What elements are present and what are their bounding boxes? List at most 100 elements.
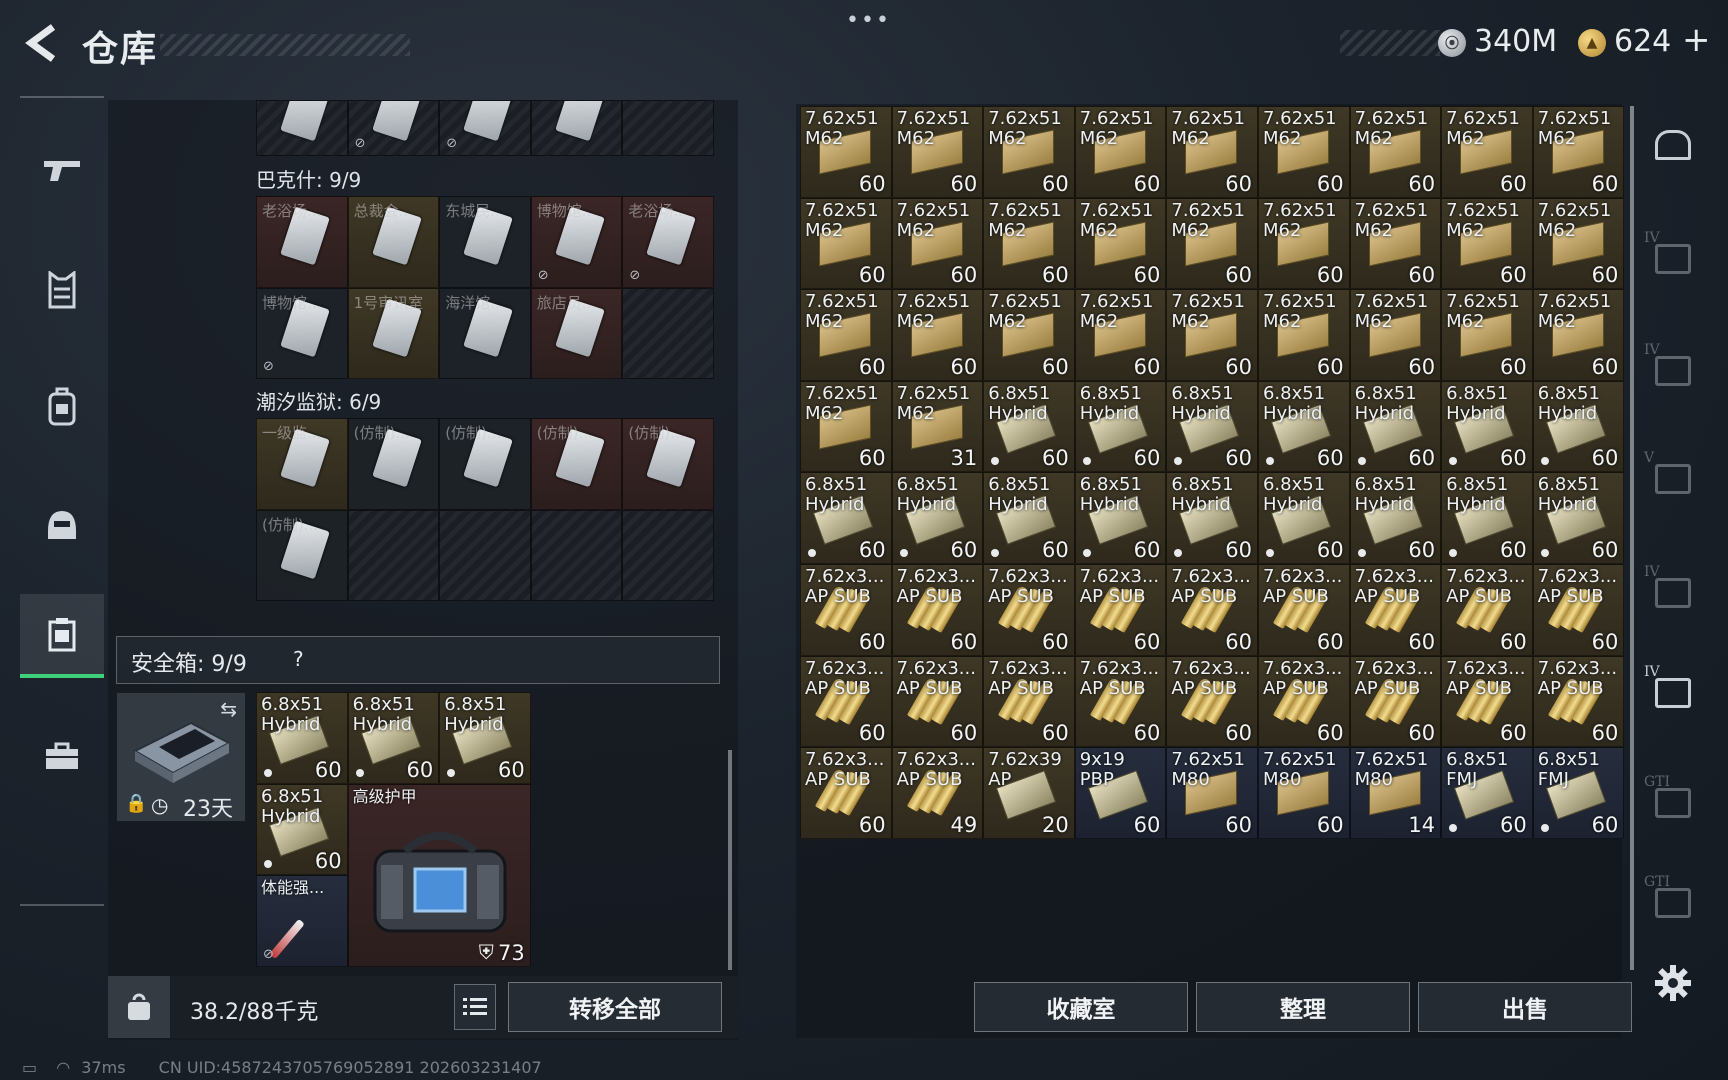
ammo-item[interactable]: 7.62x3... AP SUB 60 — [1074, 563, 1167, 656]
ammo-item[interactable]: 6.8x51 Hybrid 60 — [256, 692, 348, 784]
ammo-item[interactable]: 7.62x3... AP SUB 60 — [1441, 563, 1533, 656]
ammo-item[interactable]: 7.62x51 M62 60 — [1074, 106, 1167, 198]
keycard-slot[interactable]: 1号审讯室 — [347, 287, 440, 380]
empty-slot[interactable] — [622, 509, 714, 602]
add-currency-button[interactable]: + — [1682, 20, 1711, 60]
collection-room-button[interactable]: 收藏室 — [974, 982, 1188, 1032]
ammo-item[interactable]: 7.62x51 M62 60 — [1349, 106, 1442, 198]
nav-weapon[interactable] — [20, 128, 104, 212]
keycard-slot[interactable]: (仿制)... — [622, 418, 714, 510]
ammo-item[interactable]: 7.62x3... AP SUB 60 — [1166, 563, 1258, 656]
keycard-slot[interactable]: 东城民... — [439, 196, 531, 288]
empty-slot[interactable] — [622, 100, 714, 156]
sell-button[interactable]: 出售 — [1418, 982, 1632, 1032]
ammo-item[interactable]: 7.62x3... AP SUB 60 — [1074, 655, 1167, 748]
ammo-item[interactable]: 6.8x51 Hybrid 60 — [1166, 380, 1258, 473]
right-nav-item[interactable]: GTI — [1640, 870, 1706, 936]
ammo-item[interactable]: 7.62x51 M62 60 — [1532, 289, 1625, 381]
more-menu-button[interactable]: ••• — [846, 8, 891, 33]
ammo-item[interactable]: 7.62x39 AP 20 — [983, 747, 1075, 839]
ammo-item[interactable]: 6.8x51 Hybrid 60 — [1074, 380, 1167, 473]
ammo-item[interactable]: 7.62x3... AP SUB 60 — [800, 655, 892, 748]
ammo-item[interactable]: 6.8x51 Hybrid 60 — [439, 692, 531, 784]
help-icon[interactable]: ? — [293, 647, 304, 671]
ammo-item[interactable]: 7.62x51 M62 60 — [1074, 197, 1167, 290]
ammo-item[interactable]: 7.62x3... AP SUB 60 — [800, 563, 892, 656]
keycard-slot[interactable]: 老浴场... — [256, 196, 348, 288]
nav-container[interactable] — [20, 594, 104, 678]
ammo-item[interactable]: 6.8x51 Hybrid 60 — [1257, 380, 1350, 473]
keycard-slot[interactable]: 海洋馆... — [439, 287, 531, 380]
ammo-item[interactable]: 7.62x3... AP SUB 60 — [1349, 655, 1442, 748]
ammo-item[interactable]: 7.62x51 M62 60 — [983, 197, 1075, 290]
ammo-item[interactable]: 6.8x51 Hybrid 60 — [800, 472, 892, 564]
ammo-item[interactable]: 7.62x51 M62 60 — [800, 289, 892, 381]
keycard-slot[interactable]: (仿制)... — [347, 418, 440, 510]
ammo-item[interactable]: 6.8x51 Hybrid 60 — [983, 380, 1075, 473]
ammo-item[interactable]: 7.62x51 M62 60 — [1532, 106, 1625, 198]
ammo-item[interactable]: 7.62x51 M62 60 — [891, 197, 984, 290]
keycard-slot[interactable]: 总裁会... — [347, 196, 440, 288]
ammo-item[interactable]: 7.62x3... AP SUB 60 — [983, 655, 1075, 748]
ammo-item[interactable]: 6.8x51 FMJ 60 — [1532, 747, 1625, 839]
ammo-item[interactable]: 9x19 PBP 60 — [1074, 747, 1167, 839]
ammo-item[interactable]: 7.62x51 M62 60 — [1257, 106, 1350, 198]
ammo-item[interactable]: 7.62x3... AP SUB 60 — [800, 747, 892, 839]
ammo-item[interactable]: 6.8x51 Hybrid 60 — [1349, 380, 1442, 473]
transfer-all-button[interactable]: 转移全部 — [508, 982, 722, 1032]
ammo-item[interactable]: 7.62x51 M62 60 — [1441, 106, 1533, 198]
ammo-item[interactable]: 7.62x51 M62 60 — [891, 106, 984, 198]
keycard-slot[interactable] — [530, 100, 623, 156]
keycard-slot[interactable]: ⊘ — [439, 100, 531, 156]
ammo-item[interactable]: 6.8x51 FMJ 60 — [1441, 747, 1533, 839]
ammo-item[interactable]: 7.62x51 M62 60 — [1257, 289, 1350, 381]
ammo-item[interactable]: 7.62x3... AP SUB 60 — [983, 563, 1075, 656]
ammo-item[interactable]: 7.62x3... AP SUB 60 — [1166, 655, 1258, 748]
ammo-item[interactable]: 7.62x51 M62 60 — [983, 289, 1075, 381]
ammo-item[interactable]: 6.8x51 Hybrid 60 — [1532, 472, 1625, 564]
safe-box-container[interactable]: ⇆ 🔒 ◷ 23天 — [116, 692, 246, 822]
ammo-item[interactable]: 7.62x51 M62 60 — [983, 106, 1075, 198]
ammo-item[interactable]: 6.8x51 Hybrid 60 — [1441, 380, 1533, 473]
ammo-item[interactable]: 7.62x3... AP SUB 60 — [891, 655, 984, 748]
nav-helmet[interactable] — [20, 482, 104, 566]
ammo-item[interactable]: 6.8x51 Hybrid 60 — [1257, 472, 1350, 564]
ammo-item[interactable]: 7.62x3... AP SUB 49 — [891, 747, 984, 839]
right-nav-item[interactable]: GTI — [1640, 770, 1706, 836]
ammo-item[interactable]: 6.8x51 Hybrid 60 — [347, 692, 440, 784]
keycard-slot[interactable]: (仿制)... — [439, 418, 531, 510]
stash-scrollbar[interactable] — [1630, 106, 1634, 970]
keycard-slot[interactable]: 旅店员... — [530, 287, 623, 380]
right-nav-item[interactable]: IV — [1640, 338, 1706, 404]
ammo-item[interactable]: 7.62x51 M62 60 — [800, 106, 892, 198]
ammo-item[interactable]: 7.62x51 M62 60 — [1166, 289, 1258, 381]
ammo-item[interactable]: 7.62x51 M80 60 — [1166, 747, 1258, 839]
keycard-slot[interactable]: ⊘ — [347, 100, 440, 156]
right-nav-item[interactable]: V — [1640, 446, 1706, 512]
empty-slot[interactable] — [439, 509, 531, 602]
nav-briefcase[interactable] — [20, 714, 104, 798]
swap-icon[interactable]: ⇆ — [220, 697, 237, 721]
keycard-slot[interactable]: 博物馆... ⊘ — [530, 196, 623, 288]
nav-armor[interactable] — [20, 248, 104, 332]
ammo-item[interactable]: 7.62x51 M62 60 — [1441, 289, 1533, 381]
ammo-item[interactable]: 7.62x51 M62 60 — [800, 197, 892, 290]
right-nav-item[interactable] — [1640, 112, 1706, 178]
ammo-item[interactable]: 7.62x51 M62 60 — [1257, 197, 1350, 290]
ammo-item[interactable]: 6.8x51 Hybrid 60 — [1532, 380, 1625, 473]
ammo-item[interactable]: 7.62x51 M80 60 — [1257, 747, 1350, 839]
ammo-item[interactable]: 7.62x3... AP SUB 60 — [1532, 563, 1625, 656]
list-view-button[interactable] — [454, 984, 496, 1030]
empty-slot[interactable] — [530, 509, 623, 602]
ammo-item[interactable]: 7.62x51 M62 60 — [800, 380, 892, 473]
ammo-item[interactable]: 7.62x51 M62 31 — [891, 380, 984, 473]
ammo-item[interactable]: 7.62x51 M62 60 — [1166, 197, 1258, 290]
ammo-item[interactable]: 6.8x51 Hybrid 60 — [256, 783, 348, 876]
weight-lock-button[interactable] — [108, 976, 170, 1038]
nav-backpack[interactable] — [20, 364, 104, 448]
ammo-item[interactable]: 7.62x51 M62 60 — [1349, 197, 1442, 290]
keycard-slot[interactable]: 老浴场... ⊘ — [622, 196, 714, 288]
ammo-item[interactable]: 7.62x51 M62 60 — [1166, 106, 1258, 198]
ammo-item[interactable]: 7.62x51 M62 60 — [1349, 289, 1442, 381]
ammo-item[interactable]: 6.8x51 Hybrid 60 — [983, 472, 1075, 564]
